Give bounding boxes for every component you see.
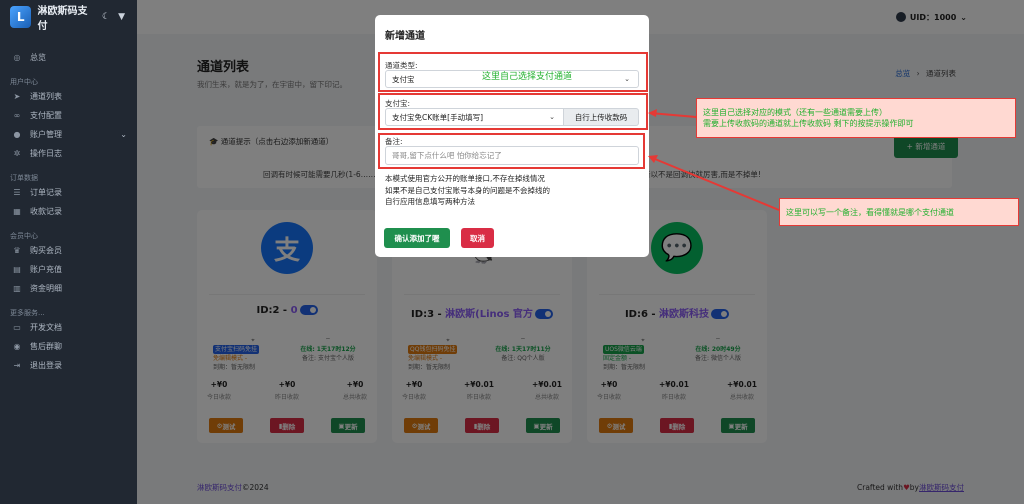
- sidebar-item-docs[interactable]: ▭ 开发文档: [0, 318, 137, 337]
- sidebar-item-pay-config[interactable]: ∞ 支付配置: [0, 106, 137, 125]
- brand-logo-icon: L: [10, 6, 32, 28]
- user-icon: ●: [13, 130, 21, 139]
- modal-title: 新增通道: [385, 31, 425, 42]
- link-icon: ∞: [13, 111, 21, 120]
- calendar-icon: ▦: [13, 207, 21, 216]
- document-icon: ▭: [13, 323, 21, 332]
- sidebar-item-home[interactable]: ◎ 总览: [0, 48, 137, 67]
- annotation-type: 这里自己选择支付通道: [482, 72, 573, 82]
- nav-section-title: 用户中心: [10, 78, 38, 86]
- send-icon: ➤: [13, 92, 21, 101]
- moon-icon[interactable]: ☾: [102, 12, 110, 22]
- nav-section-title: 会员中心: [10, 232, 38, 240]
- nav-section-title: 更多服务...: [10, 309, 45, 317]
- dashboard-icon: ◎: [13, 53, 21, 62]
- shirt-icon[interactable]: ▼: [118, 12, 125, 22]
- chat-icon: ◉: [13, 342, 21, 351]
- mode-info: 本模式使用官方公开的账单接口,不存在掉线情况 如果不是自己支付宝账号本身的问题是…: [385, 174, 550, 206]
- brand[interactable]: L 淋欧斯码支付 ☾ ▼: [0, 0, 137, 34]
- wallet-icon: ▤: [13, 265, 21, 274]
- sidebar-item-account[interactable]: ● 账户管理 ⌄: [0, 125, 137, 144]
- brand-name: 淋欧斯码支付: [37, 6, 88, 32]
- highlight-remark: [378, 133, 645, 169]
- sidebar-item-membership[interactable]: ♛ 购买会员: [0, 241, 137, 260]
- sidebar-item-funds[interactable]: ▥ 资金明细: [0, 279, 137, 298]
- list-icon: ☰: [13, 188, 21, 197]
- sidebar: L 淋欧斯码支付 ☾ ▼ ◎ 总览 用户中心 ➤ 通道列表 ∞ 支付配置 ● 账户管理 ⌄…: [0, 0, 137, 504]
- cancel-button[interactable]: 取消: [461, 228, 494, 248]
- sidebar-item-recharge[interactable]: ▤ 账户充值: [0, 260, 137, 279]
- sidebar-item-support[interactable]: ◉ 售后群聊: [0, 337, 137, 356]
- logout-icon: ⇥: [13, 361, 21, 370]
- confirm-add-button[interactable]: 确认添加了喔: [384, 228, 450, 248]
- sidebar-item-channels[interactable]: ➤ 通道列表: [0, 87, 137, 106]
- annotation-remark: 这里可以写一个备注，看得懂就是哪个支付通道: [779, 198, 1019, 226]
- gear-icon: ✲: [13, 149, 21, 158]
- sidebar-item-orders[interactable]: ☰ 订单记录: [0, 183, 137, 202]
- annotation-alipay: 这里自己选择对应的模式（还有一些通道需要上传） 需要上传收款码的通道就上传收款码…: [696, 98, 1016, 138]
- highlight-alipay: [378, 93, 648, 130]
- nav-section-title: 订单数据: [10, 174, 38, 182]
- crown-icon: ♛: [13, 246, 21, 255]
- sidebar-item-logout[interactable]: ⇥ 退出登录: [0, 356, 137, 375]
- chart-icon: ▥: [13, 284, 21, 293]
- sidebar-item-receipts[interactable]: ▦ 收款记录: [0, 202, 137, 221]
- chevron-down-icon: ⌄: [120, 130, 127, 139]
- sidebar-item-logs[interactable]: ✲ 操作日志: [0, 144, 137, 163]
